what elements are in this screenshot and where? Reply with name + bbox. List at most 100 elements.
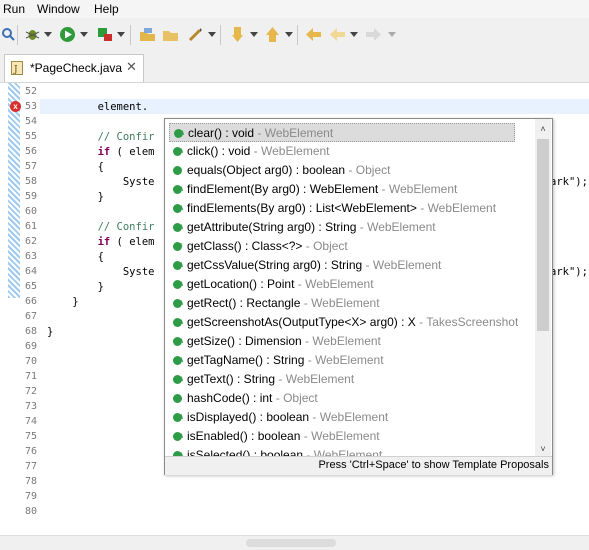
code-line: } <box>47 281 104 293</box>
annotation-icon[interactable] <box>229 26 246 43</box>
run-icon[interactable] <box>59 26 76 43</box>
tab-pagecheck-java[interactable]: J *PageCheck.java ✕ <box>4 54 144 82</box>
proposal-text: getRect() : Rectangle - WebElement <box>187 294 380 313</box>
toolbar-separator <box>297 25 298 45</box>
editor-tab-bar: J *PageCheck.java ✕ <box>0 52 589 83</box>
external-tools-icon[interactable] <box>96 26 113 43</box>
proposal-list[interactable]: Aclear() : void - WebElement Aclick() : v… <box>165 119 535 456</box>
last-edit-icon[interactable] <box>305 26 322 43</box>
proposal-item[interactable]: AfindElements(By arg0) : List<WebElement… <box>169 199 515 218</box>
declaring-type: WebElement <box>313 448 383 456</box>
method-modifier-badge: A <box>179 320 184 326</box>
method-signature: getClass() : Class<?> <box>187 239 303 253</box>
content-assist-popup: Aclear() : void - WebElement Aclick() : v… <box>164 118 553 475</box>
code-fragment: ark"); <box>550 266 588 278</box>
owner-separator: - <box>416 201 428 215</box>
line-number: 67 <box>24 311 37 322</box>
proposal-text: isSelected() : boolean - WebElement <box>187 446 382 456</box>
method-modifier-badge: A <box>179 187 184 193</box>
toolbar-separator <box>17 25 18 45</box>
owner-separator: - <box>415 315 427 329</box>
proposal-item[interactable]: AgetText() : String - WebElement <box>169 370 515 389</box>
search-icon[interactable] <box>0 26 17 43</box>
external-tools-dropdown-icon[interactable] <box>117 32 125 37</box>
line-number: 55 <box>24 131 37 142</box>
proposal-item[interactable]: Aclick() : void - WebElement <box>169 142 515 161</box>
method-signature: getSize() : Dimension <box>187 334 302 348</box>
menu-run[interactable]: Run <box>3 2 25 16</box>
proposal-item[interactable]: AgetRect() : Rectangle - WebElement <box>169 294 515 313</box>
back-dropdown-icon[interactable] <box>350 32 358 37</box>
proposal-item[interactable]: AisSelected() : boolean - WebElement <box>169 446 515 456</box>
vertical-scroll-thumb[interactable] <box>537 139 549 331</box>
declaring-type: WebElement <box>311 296 380 310</box>
open-type-icon[interactable] <box>139 26 156 43</box>
pen-dropdown-icon[interactable] <box>208 32 216 37</box>
scroll-down-icon[interactable]: ˅ <box>538 444 548 454</box>
method-modifier-badge: A <box>179 453 184 456</box>
line-number: 53 <box>24 101 37 112</box>
method-modifier-badge: A <box>179 434 184 440</box>
horizontal-scroll-thumb[interactable] <box>246 539 336 547</box>
method-signature: getCssValue(String arg0) : String <box>187 258 363 272</box>
menu-window[interactable]: Window <box>37 2 80 16</box>
method-signature: click() : void <box>187 144 251 158</box>
proposal-text: getText() : String - WebElement <box>187 370 354 389</box>
line-number: 78 <box>24 476 37 487</box>
next-annotation-icon[interactable] <box>264 26 281 43</box>
line-number: 64 <box>24 266 37 277</box>
back-icon[interactable] <box>329 26 346 43</box>
declaring-type: Object <box>283 391 318 405</box>
close-icon[interactable]: ✕ <box>126 59 137 75</box>
line-number: 65 <box>24 281 37 292</box>
proposal-item[interactable]: AgetScreenshotAs(OutputType<X> arg0) : X… <box>169 313 519 332</box>
code-line: element. <box>47 101 149 113</box>
proposal-item[interactable]: equals(Object arg0) : boolean - Object <box>169 161 515 180</box>
line-number: 76 <box>24 446 37 457</box>
pen-icon[interactable] <box>187 26 204 43</box>
proposal-item[interactable]: AfindElement(By arg0) : WebElement - Web… <box>169 180 515 199</box>
code-line: if ( elem <box>97 236 155 248</box>
left-ruler <box>0 83 8 535</box>
method-modifier-badge: A <box>179 149 184 155</box>
forward-icon[interactable] <box>365 26 382 43</box>
horizontal-scrollbar[interactable] <box>0 535 589 550</box>
method-modifier-badge: A <box>179 225 184 231</box>
code-line: } <box>47 326 54 338</box>
vertical-scrollbar[interactable]: ˄ ˅ <box>535 119 551 456</box>
owner-separator: - <box>272 391 284 405</box>
open-folder-icon[interactable] <box>162 26 179 43</box>
tab-label: *PageCheck.java <box>30 61 123 75</box>
annotation-dropdown-icon[interactable] <box>250 32 258 37</box>
proposal-item[interactable]: AgetTagName() : String - WebElement <box>169 351 515 370</box>
proposal-item[interactable]: AgetAttribute(String arg0) : String - We… <box>169 218 515 237</box>
owner-separator: - <box>356 220 368 234</box>
proposal-text: hashCode() : int - Object <box>187 389 318 408</box>
proposal-item[interactable]: Aclear() : void - WebElement <box>169 123 515 142</box>
next-annotation-dropdown-icon[interactable] <box>285 32 293 37</box>
menu-help[interactable]: Help <box>94 2 119 16</box>
declaring-type: TakesScreenshot <box>426 315 519 329</box>
declaring-type: WebElement <box>367 220 436 234</box>
owner-separator: - <box>301 334 313 348</box>
debug-icon[interactable] <box>24 26 41 43</box>
method-signature: isSelected() : boolean <box>187 448 304 456</box>
proposal-item[interactable]: AgetCssValue(String arg0) : String - Web… <box>169 256 515 275</box>
declaring-type: Object <box>313 239 348 253</box>
proposal-item[interactable]: AgetLocation() : Point - WebElement <box>169 275 515 294</box>
line-number: 69 <box>24 341 37 352</box>
run-dropdown-icon[interactable] <box>80 32 88 37</box>
proposal-item[interactable]: AgetSize() : Dimension - WebElement <box>169 332 515 351</box>
proposal-item[interactable]: AisDisplayed() : boolean - WebElement <box>169 408 515 427</box>
proposal-item[interactable]: AisEnabled() : boolean - WebElement <box>169 427 515 446</box>
proposal-item[interactable]: hashCode() : int - Object <box>169 389 515 408</box>
public-method-icon <box>173 166 182 175</box>
method-signature: getTagName() : String <box>187 353 305 367</box>
svg-text:J: J <box>13 65 18 75</box>
owner-separator: - <box>254 126 265 140</box>
debug-dropdown-icon[interactable] <box>44 32 52 37</box>
proposal-item[interactable]: FgetClass() : Class<?> - Object <box>169 237 515 256</box>
scroll-up-icon[interactable]: ˄ <box>538 124 548 134</box>
owner-separator: - <box>300 429 312 443</box>
method-signature: isEnabled() : boolean <box>187 429 301 443</box>
